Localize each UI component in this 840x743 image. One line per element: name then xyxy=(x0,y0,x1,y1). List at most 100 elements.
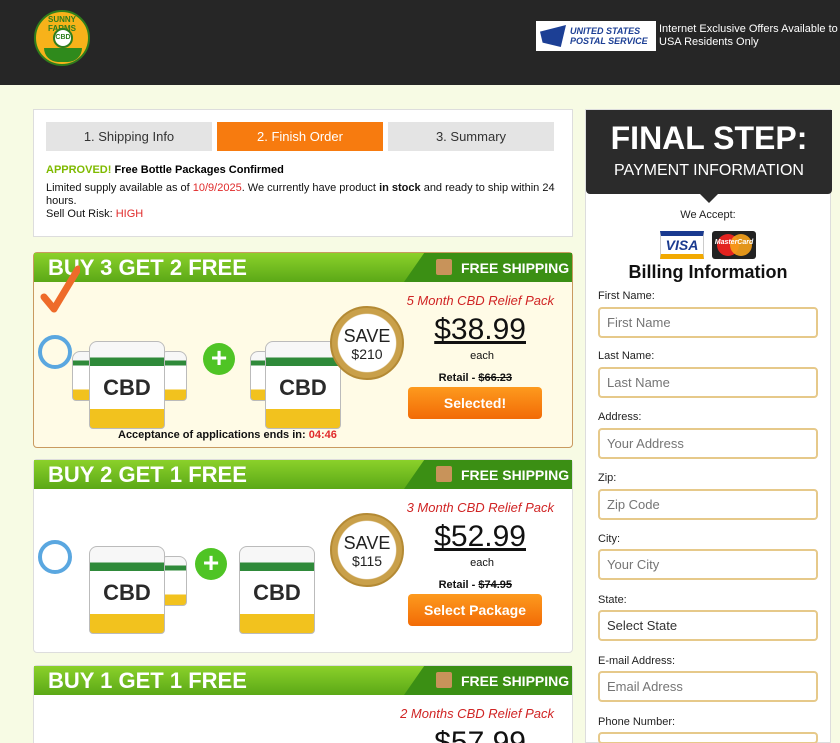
pack-name: 3 Month CBD Relief Pack xyxy=(406,500,554,515)
each-label: each xyxy=(470,350,494,362)
jar-label: CBD xyxy=(103,579,151,605)
jar-label: CBD xyxy=(253,579,301,605)
payment-panel: FINAL STEP: PAYMENT INFORMATION We Accep… xyxy=(585,109,832,743)
usps-line2: POSTAL SERVICE xyxy=(570,36,648,46)
product-jar: CBD xyxy=(265,341,341,429)
mastercard-icon: MasterCard xyxy=(712,231,756,259)
save-label: SAVE xyxy=(343,326,391,346)
usps-logo: UNITED STATES POSTAL SERVICE xyxy=(536,21,656,51)
first-name-label: First Name: xyxy=(598,290,655,302)
step-shipping-info[interactable]: 1. Shipping Info xyxy=(46,122,212,151)
retail-label: Retail - xyxy=(438,579,479,591)
state-select[interactable]: Select State xyxy=(598,610,818,641)
product-jar: CBD xyxy=(89,546,165,634)
box-icon xyxy=(436,672,452,688)
plus-icon: + xyxy=(203,343,235,375)
phone-label: Phone Number: xyxy=(598,716,676,728)
unit-price: $57.99 xyxy=(434,726,526,743)
address-label: Address: xyxy=(598,411,642,423)
usps-eagle-icon xyxy=(540,25,566,47)
zip-label: Zip: xyxy=(598,472,617,484)
save-amount: $210 xyxy=(351,346,383,362)
billing-title: Billing Information xyxy=(628,262,788,282)
pack-name: 5 Month CBD Relief Pack xyxy=(406,293,554,308)
acceptance-text: Acceptance of applications ends in: xyxy=(118,429,309,441)
city-input[interactable] xyxy=(598,549,818,580)
mastercard-label: MasterCard xyxy=(714,239,754,246)
address-input[interactable] xyxy=(598,428,818,459)
final-step-banner: FINAL STEP: PAYMENT INFORMATION xyxy=(586,110,832,194)
pack-name: 2 Months CBD Relief Pack xyxy=(400,706,554,721)
in-stock: in stock xyxy=(379,182,421,194)
acceptance-countdown: Acceptance of applications ends in: 04:4… xyxy=(118,429,337,441)
supply-text-a: Limited supply available as of xyxy=(46,182,193,194)
banner-arrow-icon xyxy=(700,194,718,203)
retail-value: $74.95 xyxy=(478,579,512,591)
final-step-title: FINAL STEP: xyxy=(610,120,808,156)
retail-price: Retail - $74.95 xyxy=(439,579,512,591)
shipping-notice: Internet Exclusive Offers Available to U… xyxy=(659,23,838,48)
step-finish-order[interactable]: 2. Finish Order xyxy=(217,122,383,151)
shipping-label: FREE SHIPPING xyxy=(461,260,570,276)
usps-line1: UNITED STATES xyxy=(570,26,641,36)
select-package-button[interactable]: Select Package xyxy=(408,594,542,626)
visa-icon: VISA xyxy=(660,231,704,259)
package-header: BUY 3 GET 2 FREE FREE SHIPPING xyxy=(34,253,572,282)
save-amount: $115 xyxy=(351,553,383,569)
payment-subtitle: PAYMENT INFORMATION xyxy=(614,162,804,179)
supply-date: 10/9/2025 xyxy=(192,182,242,194)
package-header: BUY 1 GET 1 FREE FREE SHIPPING xyxy=(34,666,572,695)
product-jar: CBD xyxy=(239,546,315,634)
save-seal: SAVE $115 xyxy=(330,513,404,587)
last-name-input[interactable] xyxy=(598,367,818,398)
zip-input[interactable] xyxy=(598,489,818,520)
shipping-label: FREE SHIPPING xyxy=(461,467,570,483)
selected-button[interactable]: Selected! xyxy=(408,387,542,419)
shipping-label: FREE SHIPPING xyxy=(461,673,570,689)
retail-label: Retail - xyxy=(438,372,479,384)
approved-line: APPROVED! Free Bottle Packages Confirmed xyxy=(46,164,284,176)
we-accept-label: We Accept: xyxy=(680,209,736,221)
package-radio[interactable] xyxy=(38,335,72,369)
top-bar: SUNNY FARMS CBD UNITED STATES POSTAL SER… xyxy=(0,0,840,85)
last-name-label: Last Name: xyxy=(598,350,655,362)
package-title: BUY 2 GET 1 FREE xyxy=(48,462,247,487)
package-header: BUY 2 GET 1 FREE FREE SHIPPING xyxy=(34,460,572,489)
package-buy3-get2[interactable]: BUY 3 GET 2 FREE FREE SHIPPING CBD + CBD… xyxy=(33,252,573,448)
logo-center: CBD xyxy=(53,28,73,48)
jar-label: CBD xyxy=(279,374,327,400)
unit-price: $38.99 xyxy=(434,313,526,346)
first-name-input[interactable] xyxy=(598,307,818,338)
jar-label: CBD xyxy=(103,374,151,400)
email-input[interactable] xyxy=(598,671,818,702)
order-steps-card: 1. Shipping Info 2. Finish Order 3. Summ… xyxy=(33,109,573,237)
shipping-tag: FREE SHIPPING xyxy=(404,253,572,282)
box-icon xyxy=(436,466,452,482)
supply-notice: Limited supply available as of 10/9/2025… xyxy=(46,182,566,221)
retail-value: $66.23 xyxy=(478,372,512,384)
each-label: each xyxy=(470,557,494,569)
risk-value: HIGH xyxy=(115,208,144,220)
box-icon xyxy=(436,259,452,275)
package-buy2-get1[interactable]: BUY 2 GET 1 FREE FREE SHIPPING CBD + CBD… xyxy=(33,459,573,653)
city-label: City: xyxy=(598,533,620,545)
plus-icon: + xyxy=(195,548,227,580)
shipping-tag: FREE SHIPPING xyxy=(404,460,572,489)
step-summary[interactable]: 3. Summary xyxy=(388,122,554,151)
phone-input[interactable] xyxy=(598,732,818,743)
supply-text-b: . We currently have product xyxy=(241,182,380,194)
product-jar: CBD xyxy=(89,341,165,429)
save-seal: SAVE $210 xyxy=(330,306,404,380)
retail-price: Retail - $66.23 xyxy=(439,372,512,384)
brand-logo[interactable]: SUNNY FARMS CBD xyxy=(34,10,90,66)
approved-text: Free Bottle Packages Confirmed xyxy=(114,164,284,176)
countdown-timer: 04:46 xyxy=(308,429,337,441)
package-title: BUY 1 GET 1 FREE xyxy=(48,668,247,693)
checkmark-icon xyxy=(40,265,80,313)
email-label: E-mail Address: xyxy=(598,655,676,667)
approved-label: APPROVED! xyxy=(46,164,112,176)
unit-price: $52.99 xyxy=(434,520,526,553)
leaves-icon xyxy=(44,48,82,62)
package-buy1-get1[interactable]: BUY 1 GET 1 FREE FREE SHIPPING 2 Months … xyxy=(33,665,573,743)
package-radio[interactable] xyxy=(38,540,72,574)
